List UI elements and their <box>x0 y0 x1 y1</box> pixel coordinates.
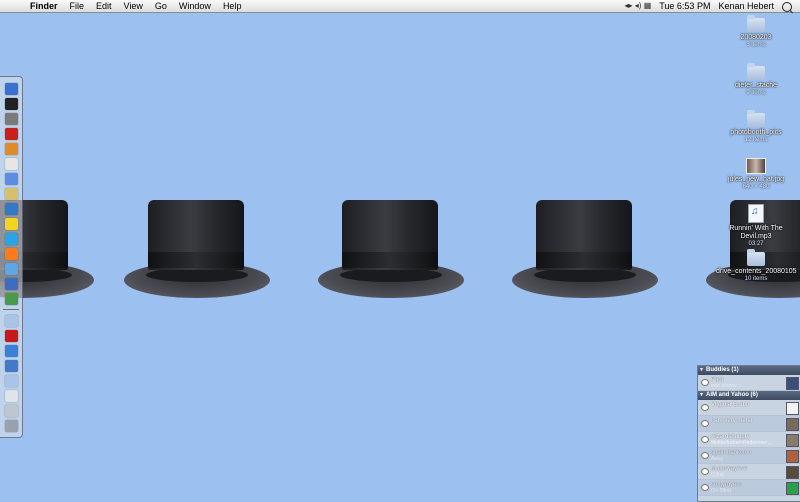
buddy-avatar <box>786 418 799 431</box>
buddy-name: I am very metal <box>711 418 753 424</box>
image-thumbnail-icon <box>746 158 766 174</box>
desktop-item-name: Runnin' With The Devil.mp3 <box>729 225 783 240</box>
buddy-avatar <box>786 450 799 463</box>
desktop-item-info: 640 × 480 <box>742 184 770 190</box>
buddy-status: Motherfucker=Redeemer-... <box>711 440 773 446</box>
ical-icon[interactable] <box>5 173 18 185</box>
folder-icon <box>747 110 765 127</box>
buddy-row[interactable]: wizardshungry Motherfucker=Redeemer-... <box>698 432 800 448</box>
buddy-name: Virginia Grubb <box>711 402 750 408</box>
folder-icon <box>747 63 765 80</box>
adium-icon[interactable] <box>5 218 18 230</box>
desktop-item-info: 9 items <box>746 90 766 96</box>
buddy-row[interactable]: spain bankston Away <box>698 448 800 464</box>
safari-icon[interactable] <box>5 263 18 275</box>
menu-user[interactable]: Kenan Hebert <box>718 0 774 12</box>
firefox-icon[interactable] <box>5 248 18 260</box>
folder-icon <box>747 249 765 266</box>
finder-icon[interactable] <box>5 83 18 95</box>
desktop-item-folder[interactable]: photobooth_pics 12 items <box>716 110 796 144</box>
desktop-item-name: photobooth_pics <box>730 129 782 136</box>
buddy-status: (13m) <box>711 472 725 478</box>
adobe-icon[interactable] <box>5 330 18 342</box>
menu-file[interactable]: File <box>70 0 85 12</box>
menu-go[interactable]: Go <box>155 0 167 12</box>
preview-icon[interactable] <box>5 188 18 200</box>
desktop-item-photo[interactable]: jules_new_hat.jpg 640 × 480 <box>716 158 796 191</box>
menu-help[interactable]: Help <box>223 0 242 12</box>
speech-bubble-icon <box>701 420 709 427</box>
menu-window[interactable]: Window <box>179 0 211 12</box>
wallpaper-top-hat <box>512 200 658 300</box>
u-app-icon[interactable] <box>5 360 18 372</box>
network-icon[interactable] <box>5 203 18 215</box>
buddy-row[interactable]: I am very metal <box>698 416 800 432</box>
dock-separator <box>3 309 19 310</box>
buddy-list-window: Buddies (1) Pam eow churne AIM and Yahoo… <box>697 365 800 502</box>
audio-file-icon <box>748 204 764 223</box>
speech-bubble-icon <box>701 404 709 411</box>
wallpaper-top-hat <box>318 200 464 300</box>
stack-icon[interactable] <box>5 405 18 417</box>
font-app-icon[interactable] <box>5 345 18 357</box>
buddy-row[interactable]: sextymyers (1h 29m) <box>698 480 800 496</box>
terminal-icon[interactable] <box>5 98 18 110</box>
buddy-avatar <box>786 402 799 415</box>
menu-list: Finder File Edit View Go Window Help <box>30 0 241 12</box>
folder-icon[interactable] <box>5 315 18 327</box>
desktop-item-info: 03:27 <box>748 241 764 247</box>
textedit-icon[interactable] <box>5 158 18 170</box>
dock <box>0 76 23 438</box>
folder-icon <box>747 15 765 32</box>
buddy-status: eow churne <box>711 383 737 389</box>
menu-finder[interactable]: Finder <box>30 0 58 12</box>
skype-icon[interactable] <box>5 233 18 245</box>
desktop-item-info: 12 items <box>744 137 768 143</box>
spotlight-icon[interactable] <box>782 2 792 12</box>
desktop-item-name: 20080203 <box>740 34 772 41</box>
wallpaper-top-hat <box>124 200 270 300</box>
desktop-item-folder[interactable]: dieter_stache 9 items <box>716 63 796 97</box>
buddy-group-header[interactable]: AIM and Yahoo (6) <box>698 391 800 400</box>
photo-app-icon[interactable] <box>5 143 18 155</box>
speech-bubble-icon <box>701 379 709 386</box>
buddy-avatar <box>786 377 799 390</box>
speech-bubble-icon <box>701 468 709 475</box>
trash-icon[interactable] <box>5 420 18 432</box>
desktop-item-folder[interactable]: drive_contents_20080105 10 items <box>716 249 797 283</box>
buddy-row[interactable]: Virginia Grubb <box>698 400 800 416</box>
menu-clock[interactable]: Tue 6:53 PM <box>659 0 710 12</box>
buddy-status: (1h 29m) <box>711 488 732 494</box>
app-icon[interactable] <box>5 278 18 290</box>
speech-bubble-icon <box>701 452 709 459</box>
desktop-item-name: dieter_stache <box>734 82 778 89</box>
buddy-avatar <box>786 466 799 479</box>
desktop-item-folder[interactable]: 20080203 3 items <box>716 15 796 49</box>
buddy-row[interactable]: Pam eow churne <box>698 375 800 391</box>
menu-bar: Finder File Edit View Go Window Help ◂▸ … <box>0 0 800 13</box>
desktop-item-name: jules_new_hat.jpg <box>727 176 785 183</box>
buddy-status: Away <box>711 456 724 462</box>
system-preferences-icon[interactable] <box>5 113 18 125</box>
buddy-row[interactable]: MotorwayAve (13m) <box>698 464 800 480</box>
acrobat-icon[interactable] <box>5 128 18 140</box>
downloads-stack-icon[interactable] <box>5 390 18 402</box>
speech-bubble-icon <box>701 484 709 491</box>
menu-extras: ◂▸ ◂) ▦ Tue 6:53 PM Kenan Hebert <box>625 0 792 12</box>
documents-folder-icon[interactable] <box>5 375 18 387</box>
desktop-item-name: drive_contents_20080105 <box>716 268 797 275</box>
menu-edit[interactable]: Edit <box>96 0 112 12</box>
menu-view[interactable]: View <box>124 0 143 12</box>
desktop-item-info: 10 items <box>744 276 768 282</box>
menu-status-icons[interactable]: ◂▸ ◂) ▦ <box>625 0 652 12</box>
speech-bubble-icon <box>701 436 709 443</box>
buddy-group-header[interactable]: Buddies (1) <box>698 366 800 375</box>
buddy-avatar <box>786 434 799 447</box>
buddy-avatar <box>786 482 799 495</box>
desktop-item-mp3[interactable]: Runnin' With The Devil.mp3 03:27 <box>716 204 796 248</box>
desktop-item-info: 3 items <box>746 42 766 48</box>
itunes-icon[interactable] <box>5 293 18 305</box>
